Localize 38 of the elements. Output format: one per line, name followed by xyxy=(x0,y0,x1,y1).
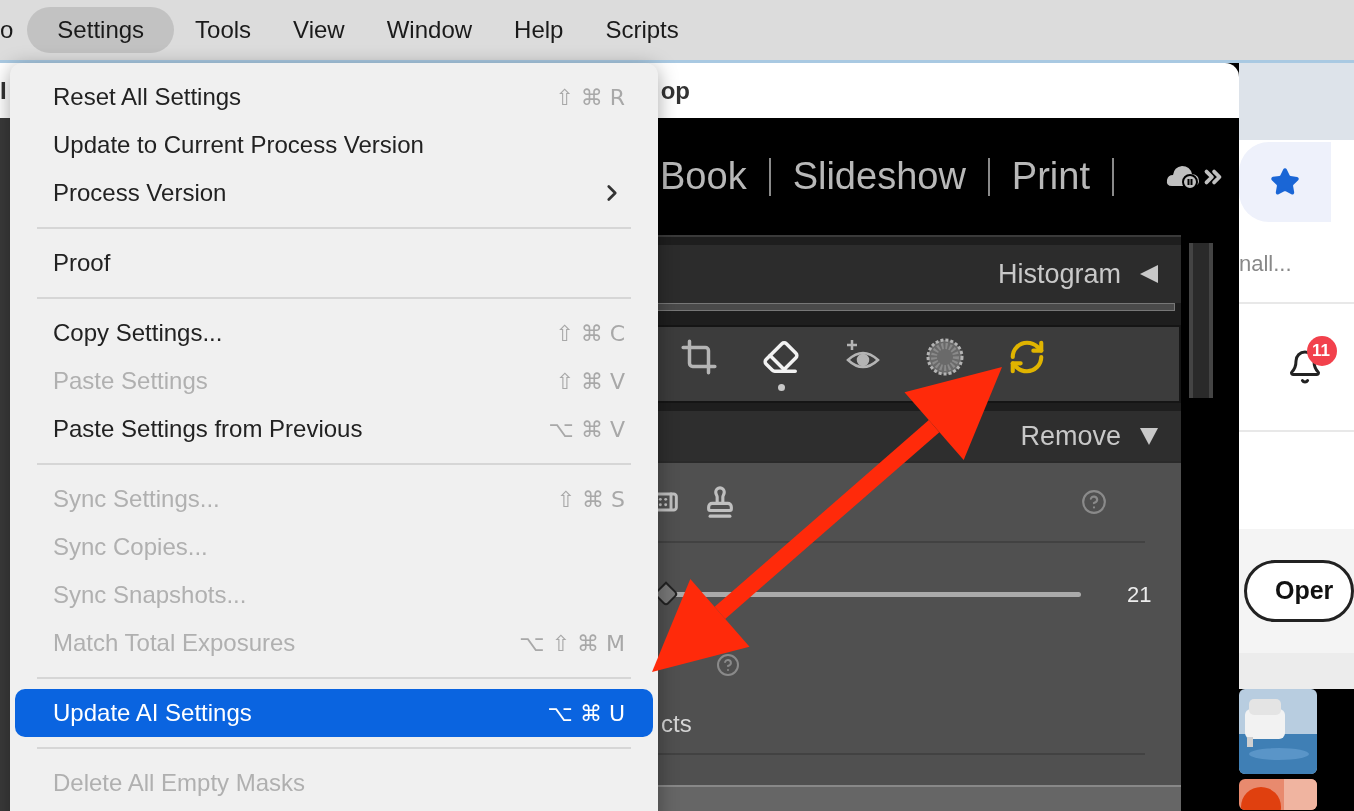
menu-item[interactable]: Reset All Settings ⇧ ⌘ R xyxy=(15,73,653,121)
menu-item[interactable]: Window xyxy=(365,7,494,53)
window-title: I xyxy=(0,75,7,106)
open-button[interactable]: Oper xyxy=(1244,560,1354,622)
module-tab[interactable]: Book xyxy=(660,148,747,205)
crop-icon[interactable] xyxy=(680,337,718,376)
window-title: op xyxy=(660,75,690,106)
shortcut-text: ⌥ ⇧ ⌘ M xyxy=(519,629,625,658)
truncated-text: nall... xyxy=(1239,249,1292,278)
slider-value: 21 xyxy=(1127,580,1152,609)
option-label: cts xyxy=(661,709,692,739)
menu-item[interactable]: Settings xyxy=(27,7,175,53)
shortcut-text: ⌥ ⌘ V xyxy=(548,415,625,444)
expand-triangle-icon[interactable] xyxy=(1139,426,1159,446)
shortcut-text: ⇧ ⌘ S xyxy=(556,485,625,514)
notification-badge: 11 xyxy=(1307,336,1337,366)
shortcut-text: ⇧ ⌘ R xyxy=(555,83,625,112)
panel-title: Remove xyxy=(1020,419,1121,453)
bookmark-button[interactable] xyxy=(1239,142,1331,222)
menu-item[interactable]: Process Version xyxy=(15,169,653,217)
shortcut-text: ⇧ ⌘ C xyxy=(555,319,625,348)
module-tab[interactable]: Slideshow xyxy=(792,148,966,205)
scrollbar[interactable] xyxy=(1189,243,1213,398)
menu-item[interactable]: o xyxy=(0,7,28,53)
menu-item[interactable]: Tools xyxy=(174,7,273,53)
star-icon xyxy=(1270,167,1300,197)
menu-item[interactable]: Update AI Settings ⌥ ⌘ U xyxy=(15,689,653,737)
shortcut-text: ⌥ ⌘ U xyxy=(547,699,625,728)
collapse-triangle-icon[interactable] xyxy=(1139,264,1159,284)
module-tab[interactable]: Print xyxy=(1011,148,1090,205)
menu-item[interactable]: View xyxy=(272,7,366,53)
panel-title: Histogram xyxy=(997,257,1121,291)
mask-circle-icon[interactable] xyxy=(925,336,965,377)
menu-item[interactable]: Scripts xyxy=(584,7,700,53)
shortcut-text: ⇧ ⌘ V xyxy=(555,367,625,396)
menu-item[interactable]: Update to Current Process Version xyxy=(15,121,653,169)
menu-item[interactable]: Copy Settings... ⇧ ⌘ C xyxy=(15,309,653,357)
menu-item[interactable]: Help xyxy=(493,7,585,53)
